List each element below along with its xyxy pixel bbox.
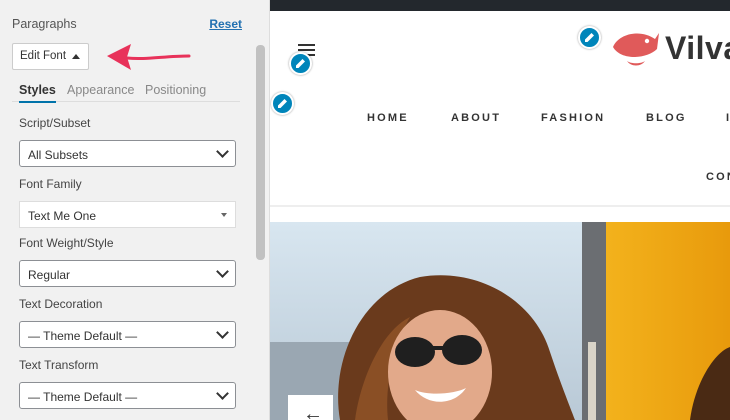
admin-bar bbox=[270, 0, 730, 11]
text-decoration-value: — Theme Default — bbox=[28, 329, 138, 343]
font-family-value: Text Me One bbox=[28, 209, 97, 223]
nav-blog[interactable]: BLOG bbox=[646, 112, 687, 124]
text-transform-label: Text Transform bbox=[19, 358, 99, 372]
caret-up-icon bbox=[72, 54, 80, 59]
header-divider bbox=[270, 205, 730, 207]
chevron-down-icon bbox=[216, 387, 229, 400]
nav-more[interactable]: I bbox=[726, 112, 730, 124]
text-transform-value: — Theme Default — bbox=[28, 390, 138, 404]
reset-link[interactable]: Reset bbox=[209, 17, 242, 31]
hero-image bbox=[270, 222, 730, 420]
nav-home[interactable]: HOME bbox=[367, 112, 409, 124]
font-family-select[interactable]: Text Me One bbox=[19, 201, 236, 228]
triangle-down-icon bbox=[221, 213, 227, 217]
script-subset-value: All Subsets bbox=[28, 148, 89, 162]
font-weight-value: Regular bbox=[28, 268, 71, 282]
script-subset-label: Script/Subset bbox=[19, 116, 91, 130]
chevron-down-icon bbox=[216, 145, 229, 158]
panel-title: Paragraphs bbox=[12, 17, 77, 31]
edit-font-button[interactable]: Edit Font bbox=[12, 43, 89, 70]
chevron-down-icon bbox=[216, 265, 229, 278]
logo-icon bbox=[613, 33, 659, 66]
customizer-panel: Paragraphs Reset Edit Font Styles Appear… bbox=[0, 0, 270, 420]
pencil-icon[interactable] bbox=[578, 26, 601, 49]
slider-prev-button[interactable]: ← bbox=[288, 395, 333, 420]
text-transform-select[interactable]: — Theme Default — bbox=[19, 382, 236, 409]
nav-fashion[interactable]: FASHION bbox=[541, 112, 605, 124]
site-preview: Vilva HOME ABOUT FASHION BLOG I CON bbox=[270, 0, 730, 420]
tab-styles[interactable]: Styles bbox=[19, 83, 56, 103]
text-decoration-label: Text Decoration bbox=[19, 297, 103, 311]
font-family-label: Font Family bbox=[19, 177, 82, 191]
annotation-arrow bbox=[107, 44, 191, 70]
panel-scrollbar[interactable] bbox=[256, 45, 265, 260]
text-decoration-select[interactable]: — Theme Default — bbox=[19, 321, 236, 348]
script-subset-select[interactable]: All Subsets bbox=[19, 140, 236, 167]
tab-positioning[interactable]: Positioning bbox=[145, 83, 206, 97]
nav-about[interactable]: ABOUT bbox=[451, 112, 501, 124]
font-tabs: Styles Appearance Positioning bbox=[12, 80, 240, 103]
pencil-icon[interactable] bbox=[289, 52, 312, 75]
edit-font-label: Edit Font bbox=[20, 50, 67, 62]
tab-appearance[interactable]: Appearance bbox=[67, 83, 134, 97]
font-weight-select[interactable]: Regular bbox=[19, 260, 236, 287]
pencil-icon[interactable] bbox=[271, 92, 294, 115]
font-weight-label: Font Weight/Style bbox=[19, 236, 114, 250]
site-logo-text[interactable]: Vilva bbox=[665, 30, 730, 67]
chevron-down-icon bbox=[216, 326, 229, 339]
nav-contact[interactable]: CON bbox=[706, 171, 730, 183]
arrow-left-icon: ← bbox=[303, 403, 323, 420]
